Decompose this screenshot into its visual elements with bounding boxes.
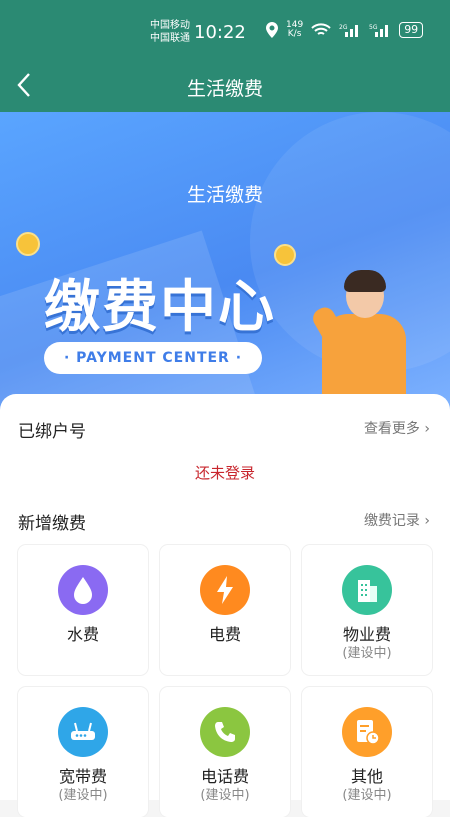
svg-text:2G: 2G [339,24,348,31]
page-title: 生活缴费 [186,78,263,100]
water-fee-tile[interactable]: 水费 [18,545,148,675]
chevron-right-icon: › [424,513,430,529]
payment-history-link[interactable]: 缴费记录 › [364,510,430,530]
lightning-icon [200,565,250,615]
tile-status: (建设中) [58,788,108,803]
banner-main-title: 缴费中心 [44,275,276,340]
clock: 10:22 [194,22,246,43]
location-icon [266,22,278,38]
banner-subtitle: 生活缴费 [186,184,263,206]
bound-accounts-title: 已绑户号 [18,422,86,442]
tile-status: (建设中) [342,788,392,803]
new-payment-title: 新增缴费 [18,514,86,534]
svg-text:5G: 5G [369,24,378,31]
wifi-icon [311,23,331,35]
building-icon [342,565,392,615]
phone-fee-tile[interactable]: 电话费 (建设中) [160,687,290,817]
battery-indicator: 99 [399,22,424,38]
coin-icon [274,244,296,266]
carrier-info: 中国移动 中国联通 [150,19,190,45]
broadband-fee-tile[interactable]: 宽带费 (建设中) [18,687,148,817]
not-logged-in-text: 还未登录 [194,464,255,482]
banner: 生活缴费 缴费中心 · PAYMENT CENTER · [0,112,450,412]
view-more-label: 查看更多 [363,421,420,437]
nav-bar: 生活缴费 [0,62,450,112]
document-clock-icon [342,707,392,757]
status-icons: 149 K/s 2G 5G 99 [266,20,424,39]
payment-center-pill: · PAYMENT CENTER · [44,342,262,374]
carrier-2: 中国联通 [150,33,190,44]
electricity-fee-tile[interactable]: 电费 [160,545,290,675]
coin-icon [16,232,40,256]
chevron-right-icon: › [424,421,430,437]
network-speed: 149 K/s [286,20,304,39]
status-bar: 中国移动 中国联通 10:22 149 K/s 2G 5G 99 [0,0,450,62]
payment-history-label: 缴费记录 [363,513,420,529]
signal-2g-icon: 2G [339,24,359,37]
person-illustration [300,262,410,412]
tile-label: 水费 [66,625,99,644]
view-more-link[interactable]: 查看更多 › [364,418,430,438]
carrier-1: 中国移动 [150,20,190,31]
phone-icon [200,707,250,757]
property-fee-tile[interactable]: 物业费 (建设中) [302,545,432,675]
water-drop-icon [58,565,108,615]
router-icon [58,707,108,757]
other-fee-tile[interactable]: 其他 (建设中) [302,687,432,817]
signal-5g-icon: 5G [369,24,389,37]
tile-status: (建设中) [200,788,250,803]
tile-label: 电费 [208,625,241,644]
tile-status: (建设中) [342,646,392,661]
